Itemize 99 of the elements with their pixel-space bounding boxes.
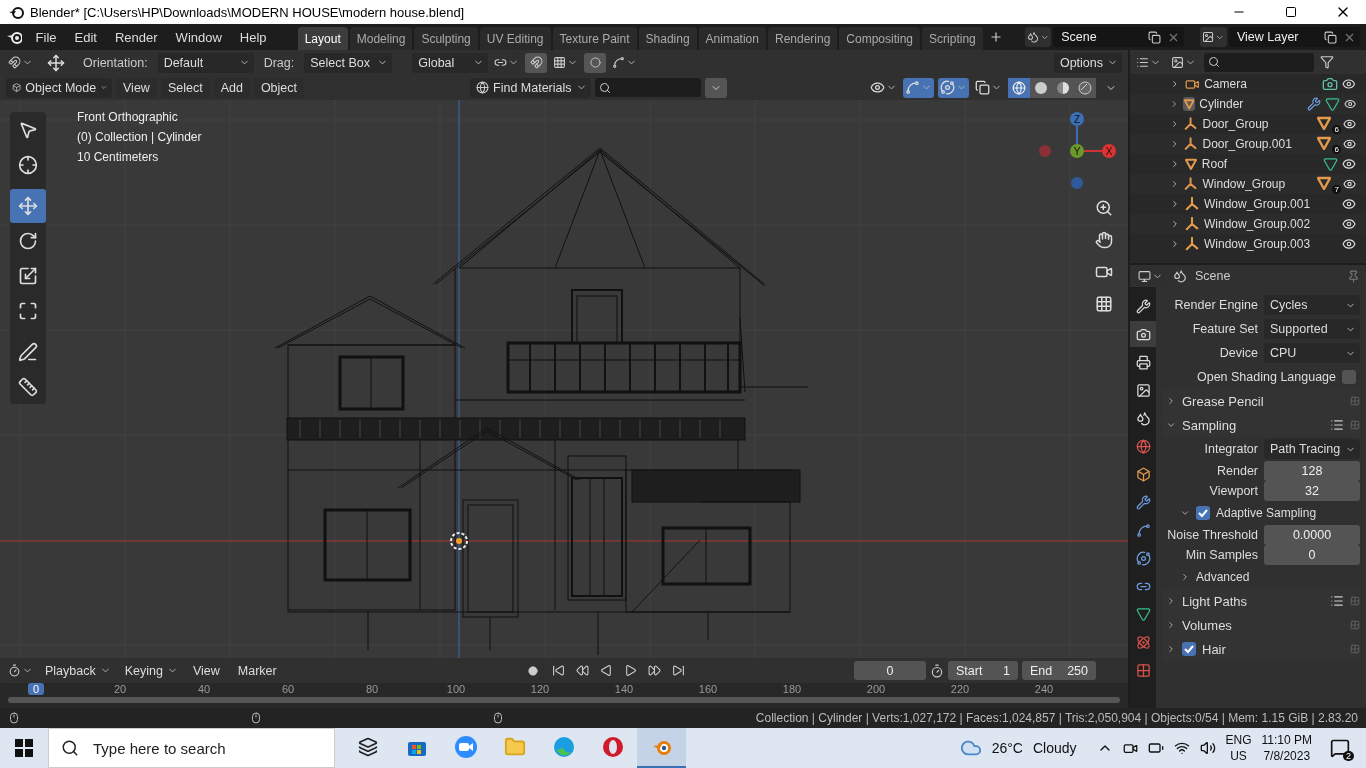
viewport-info-text: Front Orthographic [77,110,179,125]
property-label: Render [1216,464,1258,478]
workspace-tab[interactable]: Animation [698,27,766,50]
timeline-menu[interactable]: View [185,660,227,681]
panel-title: Light Paths [1182,593,1249,609]
frame-tick-label: 80 [365,683,379,695]
property-label: Viewport [1208,484,1258,498]
panel-title: Advanced [1196,570,1251,584]
property-label: Feature Set [1191,322,1258,336]
panel-title: Hair [1202,641,1227,657]
panel-title: Adaptive Sampling [1216,506,1318,520]
property-dropdown[interactable]: Path Tracing [1264,439,1360,459]
view-layer-field[interactable]: View Layer [1228,27,1360,47]
orientation-dropdown[interactable]: Default [157,52,254,73]
frame-tick-label: 140 [614,683,634,695]
object-name: Door_Group [1202,117,1270,131]
options-dropdown[interactable]: Options [1053,52,1122,73]
status-text: Collection | Cylinder | Verts:1,027,172 | Faces:1,024,857 | Tris:2,050,904 | Objects:0/54 | Mem: 1.15 GiB | 2.83.20 [755,711,1358,725]
number-field[interactable]: 32 [1264,481,1360,501]
property-label: Noise Threshold [1166,528,1258,542]
menu-item[interactable]: Window [167,26,230,48]
frame-tick-label: 120 [530,683,550,695]
property-label: Open Shading Language [1196,370,1336,384]
timeline-menu-dropdown[interactable]: Keying [118,660,182,681]
workspace-tab[interactable]: Sculpting [414,27,478,50]
object-name: Window_Group.001 [1204,197,1312,211]
frame-tick-label: 100 [446,683,466,695]
subpanel-header[interactable]: Advanced [1162,565,1360,589]
panel-title: Grease Pencil [1182,393,1265,409]
axis-handle[interactable]: Z [1070,112,1084,126]
subpanel-header[interactable]: Adaptive Sampling [1162,501,1360,525]
language-indicator[interactable]: ENG US [1225,732,1252,764]
property-label: Integrator [1203,442,1258,456]
frame-tick-label: 40 [197,683,211,695]
frame-tick-label: 20 [113,683,127,695]
menu-item[interactable]: Edit [66,26,105,48]
panel-title: Sampling [1182,417,1238,433]
property-label: Device [1218,346,1258,360]
orientation-label: Orientation: [82,55,149,70]
object-name: Cylinder [1199,97,1245,111]
scene-field[interactable]: Scene [1053,27,1185,47]
frame-tick-label: 200 [866,683,886,695]
window-title: Blender* [C:\Users\HP\Downloads\MODERN HOUSE\modern house.blend] [30,4,466,20]
frame-tick-label: 240 [1034,683,1054,695]
workspace-tab[interactable]: Modeling [349,27,413,50]
timeline-menu-dropdown[interactable]: Playback [39,660,115,681]
weather-text: Cloudy [1032,740,1077,756]
header-menu[interactable]: Object [253,77,304,98]
properties-title: Scene [1195,269,1232,283]
workspace-tab[interactable]: UV Editing [479,27,551,50]
clock[interactable]: 11:10 PM 7/8/2023 [1261,732,1312,764]
frame-tick-label: 220 [950,683,970,695]
workspace-tab[interactable]: Texture Paint [552,27,637,50]
viewport-info-text: (0) Collection | Cylinder [77,130,202,145]
timeline-menu[interactable]: Marker [230,660,284,681]
axis-handle[interactable]: X [1102,144,1116,158]
frame-tick-label: 160 [698,683,718,695]
notifications-button[interactable]: 2 [1322,730,1358,766]
current-frame-marker[interactable]: 0 [28,683,45,695]
header-menu[interactable]: Add [213,77,250,98]
object-name: Window_Group [1202,177,1287,191]
property-dropdown[interactable]: CPU [1264,343,1360,363]
workspace-tab[interactable]: Compositing [839,27,921,50]
object-name: Window_Group.003 [1204,237,1312,251]
mode-dropdown[interactable]: Object Mode [6,77,112,98]
panel-title: Volumes [1182,617,1233,633]
current-frame-field[interactable]: 0 [854,661,926,680]
drag-dropdown[interactable]: Select Box [304,52,393,73]
workspace-tab[interactable]: Shading [638,27,697,50]
workspace-tab[interactable]: Rendering [767,27,838,50]
end-frame-field[interactable]: End 250 [1022,661,1096,680]
object-name: Window_Group.002 [1204,217,1312,231]
property-label: Min Samples [1184,548,1258,562]
frame-tick-label: 180 [782,683,802,695]
number-field[interactable]: 0 [1264,545,1360,565]
property-label: Render Engine [1173,298,1258,312]
taskbar-search-field[interactable]: Type here to search [48,728,335,768]
start-frame-field[interactable]: Start 1 [948,661,1018,680]
axis-handle[interactable]: Y [1070,144,1084,158]
number-field[interactable]: 0.0000 [1264,525,1360,545]
workspace-tab[interactable]: Scripting [922,27,983,50]
header-menu[interactable]: View [116,77,157,98]
viewport-info-text: 10 Centimeters [77,150,160,165]
workspace-tab[interactable]: Layout [297,27,348,50]
object-name: Roof [1201,157,1229,171]
temperature-text: 26°C [991,740,1023,756]
property-dropdown[interactable]: Cycles [1264,295,1360,315]
number-field[interactable]: 128 [1264,461,1360,481]
menu-item[interactable]: Render [106,26,166,48]
object-name: Camera [1204,77,1248,91]
property-dropdown[interactable]: Supported [1264,319,1360,339]
frame-tick-label: 60 [281,683,295,695]
drag-label: Drag: [262,55,296,70]
object-name: Door_Group.001 [1202,137,1293,151]
menu-item[interactable]: File [27,26,65,48]
header-menu[interactable]: Select [160,77,210,98]
find-materials-dropdown[interactable]: Find Materials [470,77,591,98]
menu-item[interactable]: Help [231,26,275,48]
transform-orientation-dropdown[interactable]: Global [412,52,489,73]
